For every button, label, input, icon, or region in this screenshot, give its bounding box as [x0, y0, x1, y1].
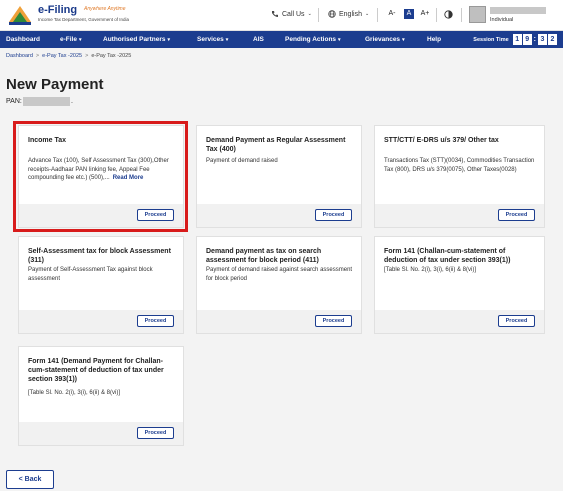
breadcrumb-separator: >: [85, 53, 89, 59]
proceed-button[interactable]: Proceed: [315, 209, 352, 221]
pan-label: PAN:: [6, 98, 22, 105]
card-title: Form 141 (Challan-cum-statement of deduc…: [384, 248, 511, 264]
call-us-label: Call Us: [282, 10, 305, 18]
payment-card-search-assessment[interactable]: Demand payment as tax on search assessme…: [196, 236, 362, 334]
nav-grievances[interactable]: Grievances ▾: [365, 31, 405, 48]
chevron-down-icon: ▾: [78, 37, 82, 43]
avatar[interactable]: [469, 6, 486, 23]
divider: [461, 8, 462, 22]
nav-authorised-partners[interactable]: Authorised Partners ▾: [103, 31, 170, 48]
breadcrumb-separator: >: [35, 53, 40, 59]
card-footer: Proceed: [197, 204, 361, 227]
logo-tagline: Anywhere Anytime: [84, 6, 126, 12]
nav-pending-actions-label: Pending Actions: [285, 36, 337, 43]
session-label: Session Time: [473, 36, 509, 43]
card-title: STT/CTT/ E-DRS u/s 379/ Other tax: [384, 137, 499, 144]
payment-card-demand-regular[interactable]: Demand Payment as Regular Assessment Tax…: [196, 125, 362, 228]
chevron-down-icon: ▾: [225, 37, 229, 43]
user-role: Individual: [490, 17, 514, 23]
card-footer: Proceed: [375, 204, 544, 227]
proceed-button[interactable]: Proceed: [137, 427, 174, 439]
breadcrumb: Dashboard > e-Pay Tax -2025 > e-Pay Tax -202…: [6, 53, 131, 59]
divider: [318, 8, 319, 22]
breadcrumb-epay-tax[interactable]: e-Pay Tax -2025: [42, 53, 82, 59]
main-nav: Dashboard e-File ▾ Authorised Partners ▾ S…: [0, 31, 563, 48]
nav-efile-label: e-File: [60, 36, 77, 43]
contrast-icon[interactable]: [444, 10, 453, 19]
card-description: Payment of demand raised against search …: [206, 267, 353, 282]
chevron-down-icon: ⌄: [307, 11, 312, 17]
card-title: Form 141 (Demand Payment for Challan-cum…: [28, 358, 164, 383]
session-digit: 2: [548, 34, 557, 45]
card-footer: Proceed: [375, 310, 544, 333]
globe-icon: [328, 10, 336, 18]
proceed-button[interactable]: Proceed: [498, 315, 535, 327]
emblem-icon: [9, 6, 31, 25]
logo-subtitle: Income Tax Department, Government of Ind…: [38, 17, 129, 22]
nav-grievances-label: Grievances: [365, 36, 401, 43]
call-us-dropdown[interactable]: Call Us ⌄: [271, 10, 312, 18]
session-digit: 3: [538, 34, 547, 45]
breadcrumb-current: e-Pay Tax -2025: [91, 53, 132, 59]
nav-help[interactable]: Help: [427, 31, 441, 48]
font-normal-button[interactable]: A: [404, 9, 414, 19]
user-name-redacted: [490, 7, 546, 14]
payment-card-form-141-demand[interactable]: Form 141 (Demand Payment for Challan-cum…: [18, 346, 184, 446]
chevron-down-icon: ▾: [402, 37, 405, 43]
card-footer: Proceed: [19, 422, 183, 445]
logo-title: e-Filing: [38, 4, 78, 16]
session-digit: 9: [522, 34, 532, 45]
efiling-logo[interactable]: e-Filing Anywhere Anytime Income Tax Dep…: [6, 3, 156, 27]
nav-pending-actions[interactable]: Pending Actions ▾: [285, 31, 341, 48]
proceed-button[interactable]: Proceed: [137, 315, 174, 327]
page-title: New Payment: [6, 76, 104, 93]
session-colon: :: [533, 36, 536, 43]
pan-suffix: .: [71, 98, 73, 105]
card-title: Demand payment as tax on search assessme…: [206, 248, 322, 264]
divider: [377, 8, 378, 22]
nav-efile[interactable]: e-File ▾: [60, 31, 82, 48]
highlight-box: [13, 121, 188, 232]
nav-dashboard[interactable]: Dashboard: [6, 31, 40, 48]
chevron-down-icon: ▾: [338, 37, 341, 43]
card-description: [Table Sl. No. 2(i), 3(i), 6(ii) & 8(vi)…: [384, 267, 477, 273]
card-description: Transactions Tax (STT)(0034), Commoditie…: [384, 158, 535, 173]
chevron-down-icon: ▾: [167, 37, 171, 43]
pan-value-redacted: [23, 97, 70, 106]
back-button[interactable]: < Back: [6, 470, 54, 489]
nav-services-label: Services: [197, 36, 224, 43]
card-title: Self-Assessment tax for block Assessment…: [28, 248, 171, 264]
nav-services[interactable]: Services ▾: [197, 31, 228, 48]
font-decrease-button[interactable]: A-: [387, 9, 397, 19]
card-description: Payment of demand raised: [206, 158, 278, 164]
session-digit: 1: [512, 34, 522, 45]
font-increase-button[interactable]: A+: [420, 9, 430, 19]
proceed-button[interactable]: Proceed: [315, 315, 352, 327]
language-dropdown[interactable]: English ⌄: [328, 10, 369, 18]
proceed-button[interactable]: Proceed: [498, 209, 535, 221]
card-footer: Proceed: [197, 310, 361, 333]
top-header: e-Filing Anywhere Anytime Income Tax Dep…: [0, 0, 563, 31]
card-description: Payment of Self-Assessment Tax against b…: [28, 267, 153, 282]
card-title: Demand Payment as Regular Assessment Tax…: [206, 137, 346, 153]
payment-card-form-141[interactable]: Form 141 (Challan-cum-statement of deduc…: [374, 236, 545, 334]
language-label: English: [339, 10, 362, 18]
phone-icon: [272, 11, 278, 17]
payment-card-self-assessment-block[interactable]: Self-Assessment tax for block Assessment…: [18, 236, 184, 334]
card-description: [Table Sl. No. 2(i), 3(i), 6(ii) & 8(vi)…: [28, 390, 121, 396]
divider: [436, 8, 437, 22]
breadcrumb-dashboard[interactable]: Dashboard: [6, 53, 33, 59]
nav-authorised-partners-label: Authorised Partners: [103, 36, 166, 43]
nav-ais[interactable]: AIS: [253, 31, 264, 48]
chevron-down-icon: ⌄: [364, 11, 370, 17]
card-footer: Proceed: [19, 310, 183, 333]
session-timer: Session Time 1 9 : 3 2: [473, 33, 557, 46]
payment-card-stt-ctt[interactable]: STT/CTT/ E-DRS u/s 379/ Other tax Transa…: [374, 125, 545, 228]
